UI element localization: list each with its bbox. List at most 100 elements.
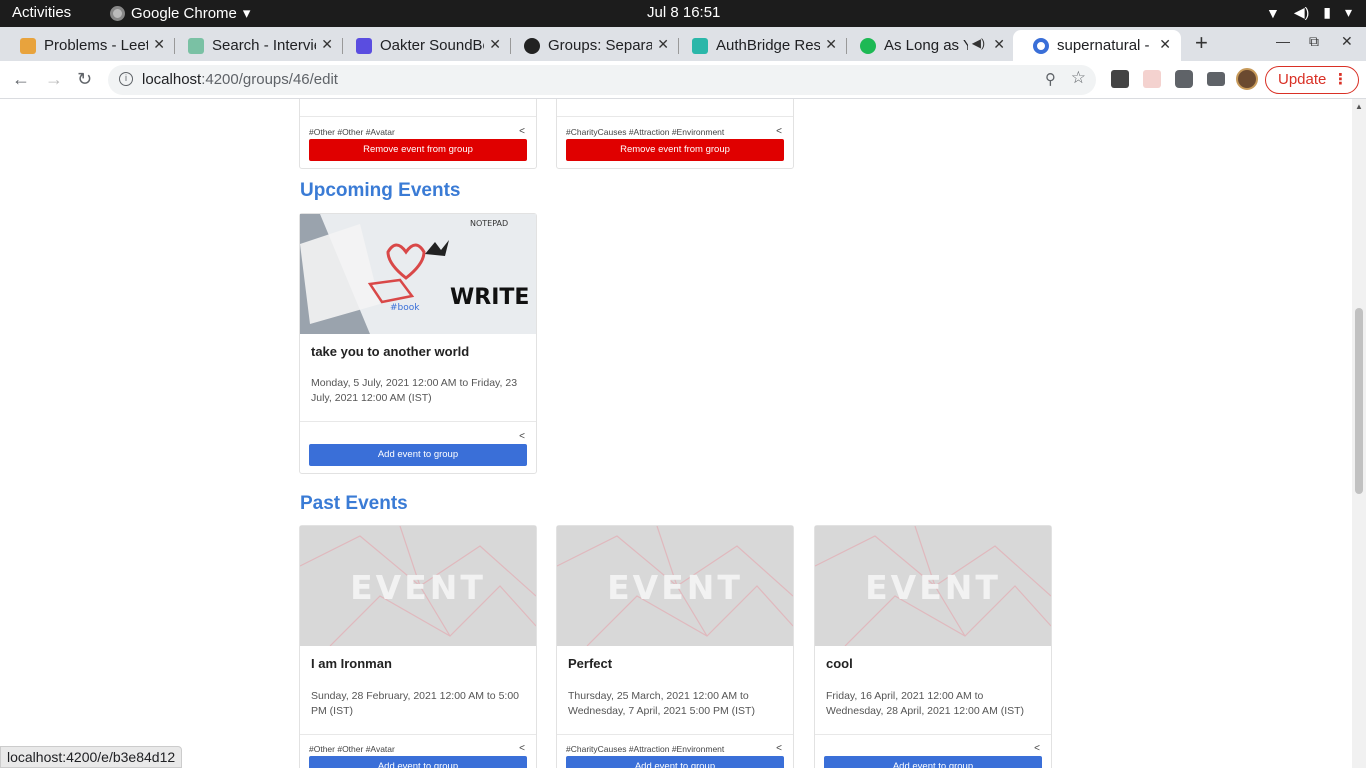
event-title[interactable]: cool	[826, 656, 853, 671]
close-icon[interactable]: ✕	[825, 36, 837, 53]
notepad-photo: WRITE YOUR NOTEPAD #book	[300, 214, 536, 334]
add-event-button[interactable]: Add event to group	[309, 756, 527, 768]
close-icon[interactable]: ✕	[153, 36, 165, 53]
system-tray[interactable]: ▼ ◀) ▮ ▾	[1266, 4, 1352, 21]
share-icon[interactable]: <	[519, 743, 525, 754]
event-placeholder-image: EVENT	[557, 526, 793, 646]
event-date: Friday, 16 April, 2021 12:00 AM to Wedne…	[826, 690, 1025, 717]
tab-title: Problems - LeetCode	[44, 37, 148, 54]
remove-event-button[interactable]: Remove event from group	[309, 139, 527, 161]
page-scrollbar[interactable]: ▲	[1352, 99, 1366, 768]
wifi-icon: ▼	[1265, 4, 1280, 21]
update-button[interactable]: Update ⋮	[1265, 66, 1359, 94]
share-icon[interactable]: <	[519, 126, 525, 137]
event-title[interactable]: I am Ironman	[311, 656, 392, 671]
spotify-icon	[860, 37, 876, 54]
profile-avatar[interactable]	[1236, 68, 1258, 90]
chevron-down-icon: ▾	[242, 5, 251, 22]
new-tab-button[interactable]: +	[1195, 30, 1208, 56]
url-text[interactable]: localhost:4200/groups/46/edit	[142, 71, 338, 88]
tab-title: As Long as You Love Me	[884, 37, 968, 54]
image-text-write: WRITE YOUR	[450, 285, 536, 310]
close-icon[interactable]: ✕	[321, 36, 333, 53]
past-event-card[interactable]: EVENT I am Ironman Sunday, 28 February, …	[299, 525, 537, 768]
share-icon[interactable]: <	[519, 431, 525, 442]
audio-playing-icon[interactable]: ◀)	[972, 36, 985, 50]
event-image: EVENT	[815, 526, 1051, 646]
url-path: :4200/groups/46/edit	[201, 71, 338, 88]
tab-github-groups[interactable]: Groups: Separate ✕	[504, 30, 679, 61]
tab-supernatural[interactable]: supernatural - Dashboard ✕	[1013, 30, 1181, 61]
share-icon[interactable]: <	[776, 126, 782, 137]
system-top-bar: Activities Google Chrome ▾ Jul 8 16:51 ▼…	[0, 0, 1366, 27]
event-image: EVENT	[557, 526, 793, 646]
qr-extension-icon[interactable]	[1111, 70, 1129, 88]
share-icon[interactable]: <	[776, 743, 782, 754]
tab-title: AuthBridge Research	[716, 37, 820, 54]
back-button[interactable]: ←	[12, 69, 30, 90]
more-menu-icon[interactable]: ⋮	[1333, 67, 1348, 93]
app-menu[interactable]: Google Chrome ▾	[110, 4, 250, 22]
event-placeholder-text: EVENT	[607, 568, 743, 607]
tab-search-interview[interactable]: Search - Interview ✕	[168, 30, 343, 61]
site-icon	[1033, 37, 1049, 54]
tab-oakter[interactable]: Oakter SoundBox ✕	[336, 30, 511, 61]
volume-icon: ◀)	[1293, 4, 1310, 20]
close-window-button[interactable]: ✕	[1341, 33, 1353, 50]
chrome-icon	[110, 5, 125, 21]
event-image: WRITE YOUR NOTEPAD #book	[300, 214, 536, 334]
reload-button[interactable]: ↻	[77, 69, 92, 90]
tab-spotify[interactable]: As Long as You Love Me ◀) ✕	[840, 30, 1015, 61]
scroll-up-icon[interactable]: ▲	[1355, 102, 1363, 111]
site-icon	[188, 37, 204, 54]
remove-event-button[interactable]: Remove event from group	[566, 139, 784, 161]
image-text-book: #book	[390, 303, 420, 313]
group-event-card: #CharityCauses #Attraction #Environment …	[556, 99, 794, 169]
link-status-bar: localhost:4200/e/b3e84d12	[0, 746, 183, 768]
leetcode-icon	[20, 37, 36, 54]
minimize-button[interactable]: —	[1276, 33, 1290, 49]
event-tags: #CharityCauses #Attraction #Environment	[566, 744, 725, 754]
address-bar[interactable]: i localhost:4200/groups/46/edit ⚲ ☆	[108, 65, 1096, 95]
scrollbar-thumb[interactable]	[1355, 308, 1363, 494]
card-divider	[300, 734, 536, 735]
group-event-card: #Other #Other #Avatar < Remove event fro…	[299, 99, 537, 169]
share-icon[interactable]: <	[1034, 743, 1040, 754]
extension-icon[interactable]	[1143, 70, 1161, 88]
site-info-icon[interactable]: i	[119, 72, 133, 86]
event-date: Sunday, 28 February, 2021 12:00 AM to 5:…	[311, 690, 520, 717]
puzzle-extensions-icon[interactable]	[1175, 70, 1193, 88]
event-date: Thursday, 25 March, 2021 12:00 AM to Wed…	[568, 690, 755, 717]
card-divider	[557, 116, 793, 117]
chevron-down-icon: ▾	[1344, 4, 1352, 20]
update-label: Update	[1278, 71, 1327, 88]
event-title[interactable]: take you to another world	[311, 344, 469, 359]
tab-authbridge[interactable]: AuthBridge Research ✕	[672, 30, 847, 61]
forward-button[interactable]: →	[45, 69, 63, 90]
close-icon[interactable]: ✕	[657, 36, 669, 53]
maximize-button[interactable]: ⧉	[1309, 33, 1319, 50]
tab-leetcode[interactable]: Problems - LeetCode ✕	[0, 30, 175, 61]
card-divider	[300, 116, 536, 117]
activities-button[interactable]: Activities	[12, 4, 71, 21]
event-placeholder-text: EVENT	[350, 568, 486, 607]
event-title[interactable]: Perfect	[568, 656, 612, 671]
close-icon[interactable]: ✕	[993, 36, 1005, 53]
add-event-button[interactable]: Add event to group	[309, 444, 527, 466]
close-icon[interactable]: ✕	[489, 36, 501, 53]
add-event-button[interactable]: Add event to group	[566, 756, 784, 768]
close-icon[interactable]: ✕	[1159, 36, 1171, 53]
past-event-card[interactable]: EVENT Perfect Thursday, 25 March, 2021 1…	[556, 525, 794, 768]
add-event-button[interactable]: Add event to group	[824, 756, 1042, 768]
upcoming-event-card[interactable]: WRITE YOUR NOTEPAD #book take you to ano…	[299, 213, 537, 474]
media-control-icon[interactable]	[1207, 72, 1225, 86]
card-divider	[557, 734, 793, 735]
bookmark-star-icon[interactable]: ☆	[1071, 68, 1086, 88]
clock[interactable]: Jul 8 16:51	[647, 4, 720, 21]
zoom-icon[interactable]: ⚲	[1045, 70, 1056, 88]
past-event-card[interactable]: EVENT cool Friday, 16 April, 2021 12:00 …	[814, 525, 1052, 768]
upcoming-events-heading: Upcoming Events	[300, 180, 461, 201]
github-icon	[524, 37, 540, 54]
event-tags: #Other #Other #Avatar	[309, 744, 395, 754]
url-host: localhost	[142, 71, 202, 88]
